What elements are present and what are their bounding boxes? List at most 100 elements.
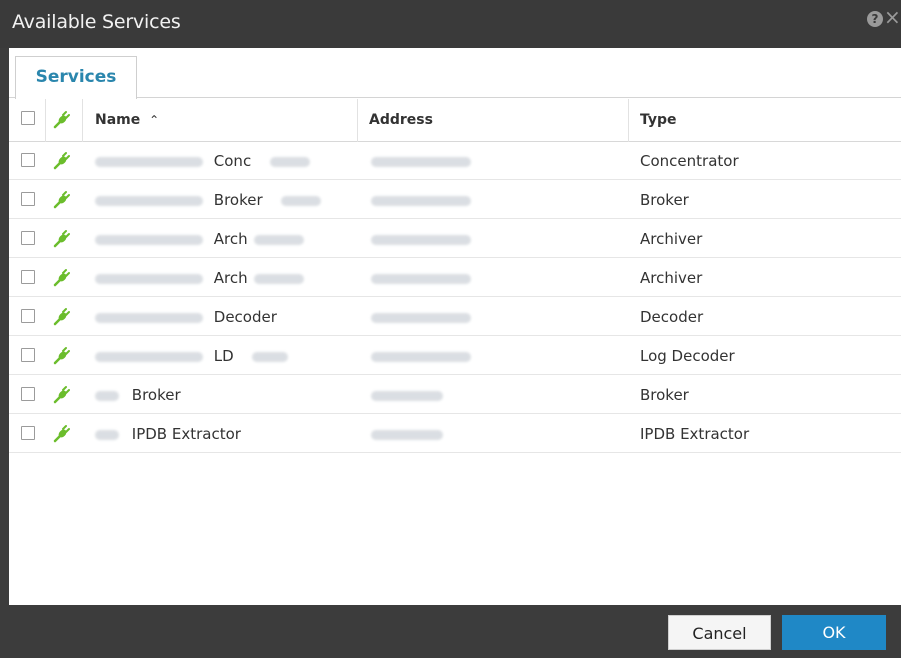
service-address (371, 298, 471, 336)
redacted-host (95, 312, 203, 323)
service-address (371, 337, 471, 375)
dialog-title-bar: Available Services ? × (0, 0, 901, 48)
column-header-address[interactable]: Address (369, 99, 433, 142)
service-name: Broker (95, 376, 181, 414)
service-name: Conc (95, 142, 310, 180)
plug-icon (53, 111, 70, 129)
service-name: Broker (95, 181, 322, 219)
service-name-label: Conc (213, 152, 252, 170)
redacted-address (371, 195, 471, 206)
service-name-label: Arch (213, 269, 248, 287)
redacted-suffix (254, 273, 305, 284)
redacted-address (371, 273, 471, 284)
service-type: Log Decoder (640, 347, 735, 365)
column-divider (628, 99, 629, 142)
service-type: Broker (640, 386, 689, 404)
close-icon[interactable]: × (884, 7, 901, 27)
service-type: Archiver (640, 269, 703, 287)
plug-icon (53, 386, 70, 404)
table-row[interactable]: Broker Broker (9, 376, 901, 414)
service-address (371, 220, 471, 258)
service-name-label: Decoder (213, 308, 277, 326)
redacted-suffix (252, 351, 289, 362)
redacted-address (371, 429, 443, 440)
service-type: IPDB Extractor (640, 425, 750, 443)
plug-icon (53, 191, 70, 209)
cancel-button[interactable]: Cancel (668, 615, 771, 650)
question-icon[interactable]: ? (867, 11, 883, 27)
column-header-name-label: Name (95, 112, 141, 128)
table-row[interactable]: IPDB Extractor IPDB Extractor (9, 415, 901, 453)
service-address (371, 259, 471, 297)
row-checkbox[interactable] (21, 270, 35, 284)
service-name-label: Broker (131, 386, 181, 404)
table-row[interactable]: Arch Archiver (9, 259, 901, 297)
service-name: Decoder (95, 298, 277, 336)
service-type: Decoder (640, 308, 704, 326)
table-row[interactable]: Broker Broker (9, 181, 901, 219)
table-row[interactable]: LD Log Decoder (9, 337, 901, 375)
service-type: Concentrator (640, 152, 739, 170)
redacted-suffix (254, 234, 305, 245)
table-row[interactable]: Conc Concentrator (9, 142, 901, 180)
redacted-address (371, 351, 471, 362)
tab-strip: Services (9, 48, 901, 99)
plug-icon (53, 347, 70, 365)
redacted-host (95, 429, 119, 440)
tab-services[interactable]: Services (15, 56, 137, 99)
dialog-title: Available Services (12, 11, 181, 33)
row-checkbox[interactable] (21, 348, 35, 362)
service-name: Arch (95, 259, 305, 297)
plug-icon (53, 230, 70, 248)
service-address (371, 415, 443, 453)
redacted-suffix (281, 195, 322, 206)
redacted-host (95, 234, 203, 245)
service-name: IPDB Extractor (95, 415, 241, 453)
column-header-type[interactable]: Type (640, 99, 677, 142)
column-header-name[interactable]: Name ⌃ (95, 99, 159, 142)
service-name-label: IPDB Extractor (131, 425, 241, 443)
row-checkbox[interactable] (21, 192, 35, 206)
redacted-host (95, 195, 203, 206)
row-checkbox[interactable] (21, 231, 35, 245)
redacted-host (95, 156, 203, 167)
service-name-label: Broker (213, 191, 263, 209)
column-divider (82, 99, 83, 142)
redacted-host (95, 273, 203, 284)
service-address (371, 376, 443, 414)
service-name: LD (95, 337, 289, 375)
dialog-content: Services Name ⌃ Address Type Conc Concen… (9, 48, 901, 605)
redacted-host (95, 390, 119, 401)
service-type: Archiver (640, 230, 703, 248)
service-type: Broker (640, 191, 689, 209)
ok-button[interactable]: OK (782, 615, 886, 650)
redacted-address (371, 156, 471, 167)
service-name-label: Arch (213, 230, 248, 248)
service-address (371, 142, 471, 180)
table-row[interactable]: Decoder Decoder (9, 298, 901, 336)
available-services-dialog: Available Services ? × Services Name ⌃ A… (0, 0, 901, 658)
grid-header: Name ⌃ Address Type (9, 99, 901, 142)
dialog-footer: Cancel OK (0, 605, 901, 658)
redacted-address (371, 234, 471, 245)
row-checkbox[interactable] (21, 387, 35, 401)
service-name-label: LD (213, 347, 234, 365)
sort-ascending-icon: ⌃ (149, 113, 160, 127)
redacted-address (371, 390, 443, 401)
service-address (371, 181, 471, 219)
redacted-host (95, 351, 203, 362)
redacted-suffix (269, 156, 310, 167)
plug-icon (53, 308, 70, 326)
row-checkbox[interactable] (21, 309, 35, 323)
plug-icon (53, 269, 70, 287)
row-checkbox[interactable] (21, 426, 35, 440)
column-divider (357, 99, 358, 142)
plug-icon (53, 152, 70, 170)
plug-icon (53, 425, 70, 443)
row-checkbox[interactable] (21, 153, 35, 167)
select-all-checkbox[interactable] (21, 111, 35, 125)
table-row[interactable]: Arch Archiver (9, 220, 901, 258)
column-divider (45, 99, 46, 142)
service-name: Arch (95, 220, 305, 258)
redacted-address (371, 312, 471, 323)
